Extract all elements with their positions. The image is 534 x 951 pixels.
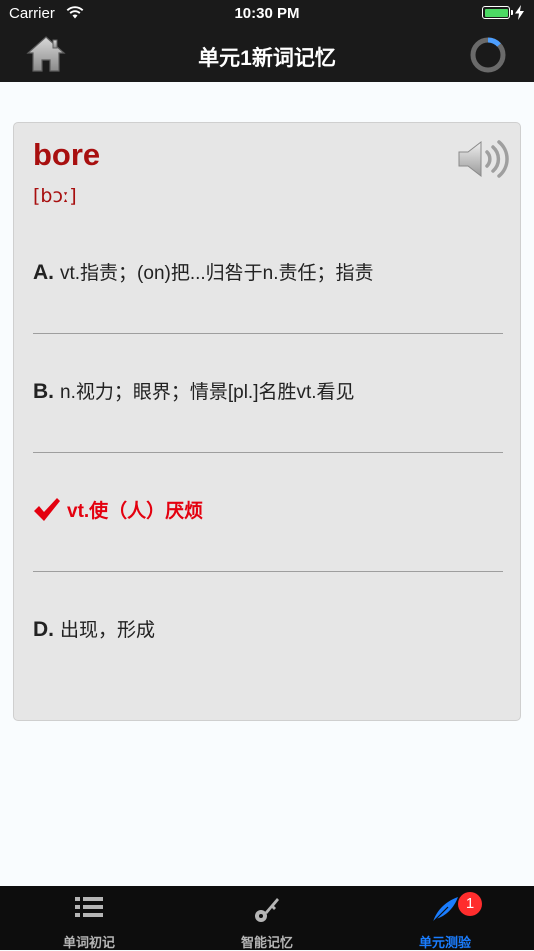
word-card: bore [bɔː] A. vt.指责；(on)把...归咎于n.责任；指责 B.… <box>13 122 521 721</box>
clock: 10:30 PM <box>234 5 300 22</box>
tab-label: 单词初记 <box>62 935 115 950</box>
tab-label: 智能记忆 <box>240 935 293 950</box>
option-d[interactable]: D. 出现，形成 <box>33 573 503 691</box>
option-b[interactable]: B. n.视力；眼界；情景[pl.]名胜vt.看见 <box>33 335 503 453</box>
page-title: 单元1新词记忆 <box>198 47 336 70</box>
tab-bar: 单词初记 智能记忆 单元测验 1 <box>0 886 534 950</box>
charging-icon <box>515 5 524 20</box>
option-text: 出现，形成 <box>60 620 156 641</box>
feather-icon <box>432 897 458 923</box>
battery-icon <box>482 6 513 19</box>
divider <box>33 452 503 453</box>
option-letter: D. <box>33 618 54 641</box>
tab-label: 单元测验 <box>418 935 471 950</box>
top-bar: Carrier 10:30 PM 单元1新词记忆 <box>0 0 534 82</box>
status-bar: Carrier 10:30 PM <box>0 0 534 28</box>
option-text: vt.使（人）厌烦 <box>67 501 204 522</box>
tab-word-intro[interactable]: 单词初记 <box>0 886 178 950</box>
option-a[interactable]: A. vt.指责；(on)把...归咎于n.责任；指责 <box>33 216 503 334</box>
key-icon <box>255 898 279 922</box>
phonetic-text: [bɔː] <box>33 185 77 207</box>
option-text: vt.指责；(on)把...归咎于n.责任；指责 <box>60 263 374 284</box>
tab-smart-memory[interactable]: 智能记忆 <box>178 886 356 950</box>
divider <box>33 333 503 334</box>
divider <box>33 571 503 572</box>
notification-badge: 1 <box>458 892 482 916</box>
progress-ring-icon <box>470 37 506 73</box>
option-letter: B. <box>33 380 54 403</box>
option-letter: A. <box>33 261 54 284</box>
option-c[interactable]: vt.使（人）厌烦 <box>33 454 503 572</box>
checkmark-icon <box>34 498 60 521</box>
word-text: bore <box>33 137 101 172</box>
option-text: n.视力；眼界；情景[pl.]名胜vt.看见 <box>60 382 355 403</box>
tab-unit-test[interactable]: 单元测验 <box>356 886 534 950</box>
list-icon <box>75 897 103 917</box>
speaker-icon[interactable] <box>456 137 510 181</box>
navigation-bar: 单元1新词记忆 <box>0 28 534 82</box>
